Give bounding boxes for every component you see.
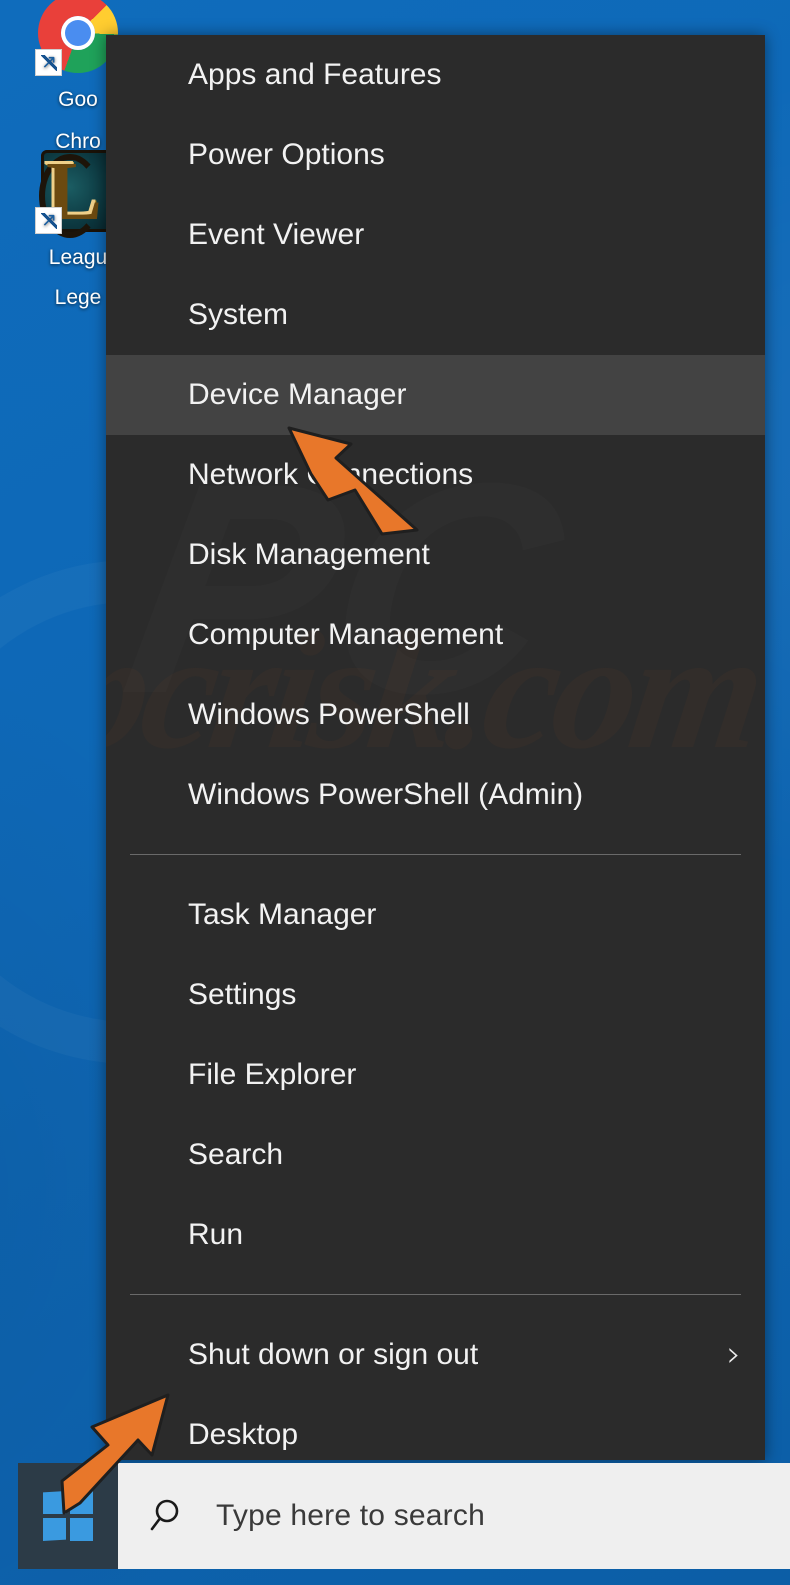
menu-item-label: Windows PowerShell (188, 698, 470, 731)
start-button[interactable] (18, 1463, 118, 1569)
menu-item-run[interactable]: Run (106, 1195, 765, 1275)
menu-item-label: Task Manager (188, 898, 377, 931)
menu-item-label: Run (188, 1218, 244, 1251)
menu-item-label: Apps and Features (188, 58, 442, 91)
windows-logo-icon (43, 1491, 93, 1541)
menu-item-label: System (188, 298, 289, 331)
menu-item-label: Windows PowerShell (Admin) (188, 778, 584, 811)
taskbar: Type here to search (18, 1463, 790, 1569)
winx-menu-list: Apps and Features Power Options Event View… (106, 35, 765, 1460)
menu-item-windows-powershell-admin[interactable]: Windows PowerShell (Admin) (106, 755, 765, 835)
menu-item-label: Network Connections (188, 458, 474, 491)
winx-context-menu: PC pcrisk.com Apps and FeaturesPower Opt… (106, 35, 765, 1460)
menu-item-search[interactable]: Search (106, 1115, 765, 1195)
menu-item-file-explorer[interactable]: File Explorer (106, 1035, 765, 1115)
menu-item-label: Computer Management (188, 618, 504, 651)
search-icon (150, 1499, 179, 1531)
menu-item-label: Search (188, 1138, 284, 1171)
menu-item-windows-powershell[interactable]: Windows PowerShell (106, 675, 765, 755)
search-placeholder-text: Type here to search (216, 1499, 485, 1532)
menu-item-apps-and-features[interactable]: Apps and Features (106, 35, 765, 115)
shortcut-arrow-badge-icon: ↗ (35, 207, 62, 234)
chevron-right-icon: › (726, 1334, 741, 1375)
menu-item-event-viewer[interactable]: Event Viewer (106, 195, 765, 275)
menu-item-network-connections[interactable]: Network Connections (106, 435, 765, 515)
taskbar-search-box[interactable]: Type here to search (118, 1463, 790, 1569)
menu-item-label: Desktop (188, 1418, 299, 1451)
screenshot-root: ↗ Goo Chro L ↗ Leagu Lege PC pcrisk.com … (0, 0, 790, 1585)
menu-item-label: Shut down or sign out (188, 1338, 479, 1371)
menu-separator (130, 854, 741, 855)
menu-item-computer-management[interactable]: Computer Management (106, 595, 765, 675)
menu-item-desktop[interactable]: Desktop (106, 1395, 765, 1460)
menu-item-label: Disk Management (188, 538, 430, 571)
menu-item-label: Event Viewer (188, 218, 365, 251)
menu-item-power-options[interactable]: Power Options (106, 115, 765, 195)
menu-item-disk-management[interactable]: Disk Management (106, 515, 765, 595)
menu-item-settings[interactable]: Settings (106, 955, 765, 1035)
menu-item-label: Device Manager (188, 378, 407, 411)
menu-item-label: Power Options (188, 138, 385, 171)
menu-item-task-manager[interactable]: Task Manager (106, 875, 765, 955)
menu-item-shut-down-or-sign-out[interactable]: Shut down or sign out › (106, 1315, 765, 1395)
shortcut-arrow-badge-icon: ↗ (35, 49, 62, 76)
menu-item-system[interactable]: System (106, 275, 765, 355)
menu-item-label: Settings (188, 978, 297, 1011)
menu-item-label: File Explorer (188, 1058, 357, 1091)
menu-separator (130, 1294, 741, 1295)
menu-item-device-manager[interactable]: Device Manager (106, 355, 765, 435)
